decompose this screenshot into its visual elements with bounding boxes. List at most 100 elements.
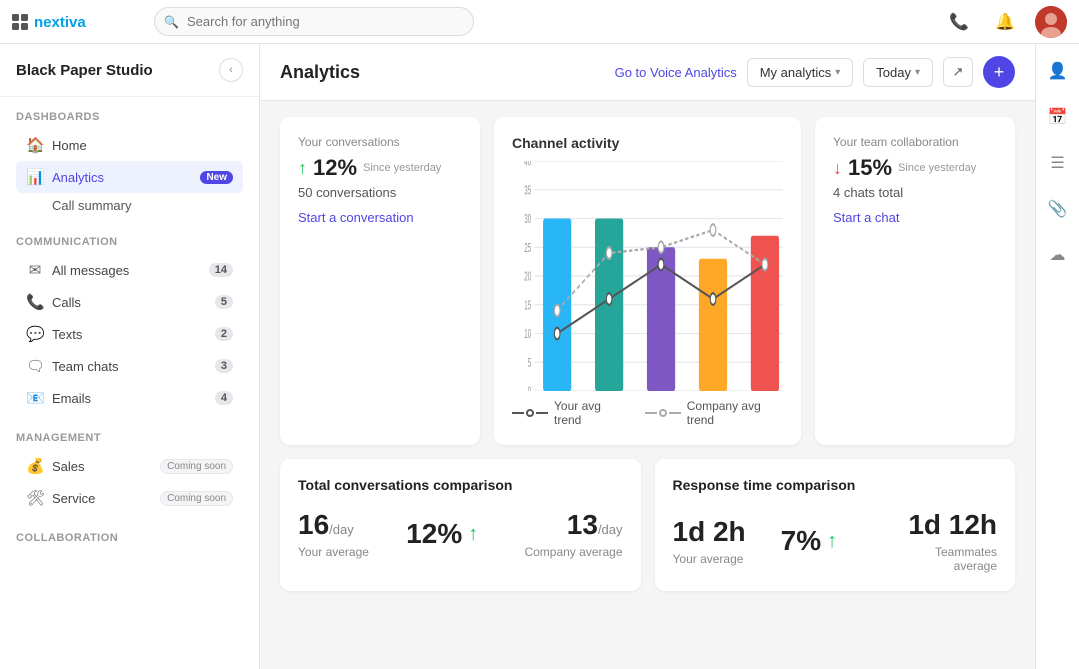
conversations-since: Since yesterday: [363, 161, 441, 175]
cloud-icon[interactable]: ☁: [1043, 240, 1073, 270]
svg-text:40: 40: [524, 161, 531, 169]
search-input[interactable]: [154, 7, 474, 36]
search-icon: 🔍: [164, 15, 179, 29]
legend-company-avg: Company avg trend: [645, 399, 783, 427]
sidebar-item-calls[interactable]: 📞 Calls 5: [16, 286, 243, 318]
teammates-avg-value: 1d 12h: [889, 509, 997, 541]
total-pct-value: 12% ↑: [406, 518, 514, 550]
channel-activity-title: Channel activity: [512, 135, 783, 151]
team-chats-icon: 🗨: [26, 357, 44, 375]
communication-label: Communication: [16, 236, 243, 248]
svg-text:0: 0: [528, 385, 532, 391]
voice-analytics-link[interactable]: Go to Voice Analytics: [615, 65, 737, 80]
add-button[interactable]: +: [983, 56, 1015, 88]
share-button[interactable]: ↗: [943, 57, 973, 87]
start-conversation-link[interactable]: Start a conversation: [298, 210, 414, 225]
calls-label: Calls: [52, 295, 207, 310]
search-bar[interactable]: 🔍: [154, 7, 474, 36]
header-actions: Go to Voice Analytics My analytics ▾ Tod…: [615, 56, 1015, 88]
channel-activity-chart: 40 35 30 25 20 15 10 5 0: [512, 161, 783, 391]
management-label: Management: [16, 432, 243, 444]
analytics-new-badge: New: [200, 171, 233, 184]
legend-your-avg: Your avg trend: [512, 399, 625, 427]
total-conversations-card: Total conversations comparison 16/day Yo…: [280, 459, 641, 591]
your-avg-stat: 16/day Your average: [298, 509, 406, 559]
company-avg-label: Company average: [514, 545, 622, 559]
top-navbar: nextiva 🔍 📞 🔔: [0, 0, 1079, 44]
service-label: Service: [52, 491, 148, 506]
texts-icon: 💬: [26, 325, 44, 343]
start-chat-link[interactable]: Start a chat: [833, 210, 899, 225]
svg-text:35: 35: [524, 184, 531, 198]
collaboration-stat: ↓ 15% Since yesterday: [833, 155, 997, 181]
team-chats-badge: 3: [215, 359, 233, 373]
svg-text:20: 20: [524, 270, 531, 284]
up-arrow-icon: ↑: [827, 530, 837, 553]
sidebar-item-call-summary[interactable]: Call summary: [16, 193, 243, 218]
channel-activity-card: Channel activity: [494, 117, 801, 445]
emails-badge: 4: [215, 391, 233, 405]
response-your-avg-stat: 1d 2h Your average: [673, 516, 781, 566]
svg-text:25: 25: [524, 242, 531, 256]
communication-section: Communication ✉ All messages 14 📞 Calls …: [0, 222, 259, 418]
my-analytics-dropdown[interactable]: My analytics ▾: [747, 58, 854, 87]
sidebar-collapse-button[interactable]: ‹: [219, 58, 243, 82]
my-analytics-label: My analytics: [760, 65, 832, 80]
phone-icon[interactable]: 📞: [943, 6, 975, 38]
sidebar-item-analytics[interactable]: 📊 Analytics New: [16, 161, 243, 193]
conversations-count: 50 conversations: [298, 185, 462, 200]
calls-badge: 5: [215, 295, 233, 309]
list-icon[interactable]: ☰: [1043, 148, 1073, 178]
sidebar-item-service[interactable]: 🛠 Service Coming soon: [16, 482, 243, 514]
sidebar-item-sales[interactable]: 💰 Sales Coming soon: [16, 450, 243, 482]
bottom-row: Total conversations comparison 16/day Yo…: [280, 459, 1015, 591]
sales-label: Sales: [52, 459, 148, 474]
svg-text:10: 10: [524, 328, 531, 342]
right-icons-panel: 👤 📅 ☰ 📎 ☁: [1035, 44, 1079, 669]
analytics-icon: 📊: [26, 168, 44, 186]
sales-icon: 💰: [26, 457, 44, 475]
chevron-down-icon: ▾: [835, 67, 840, 78]
person-icon[interactable]: 👤: [1043, 56, 1073, 86]
down-arrow-icon: ↓: [833, 158, 842, 179]
paperclip-icon[interactable]: 📎: [1043, 194, 1073, 224]
total-conversations-title: Total conversations comparison: [298, 477, 623, 493]
sidebar-item-team-chats[interactable]: 🗨 Team chats 3: [16, 350, 243, 382]
top-row: Your conversations ↑ 12% Since yesterday…: [280, 117, 1015, 445]
svg-text:15: 15: [524, 299, 531, 313]
collaboration-label: Collaboration: [16, 532, 243, 544]
sidebar-item-emails[interactable]: 📧 Emails 4: [16, 382, 243, 414]
sidebar-item-all-messages[interactable]: ✉ All messages 14: [16, 254, 243, 286]
home-label: Home: [52, 138, 233, 153]
today-label: Today: [876, 65, 911, 80]
your-avg-value: 16/day: [298, 509, 406, 541]
response-time-title: Response time comparison: [673, 477, 998, 493]
grid-icon: [12, 14, 28, 30]
app-logo[interactable]: nextiva: [12, 11, 124, 33]
messages-icon: ✉: [26, 261, 44, 279]
texts-label: Texts: [52, 327, 207, 342]
collaboration-subtitle: Your team collaboration: [833, 135, 997, 149]
response-pct-stat: 7% ↑: [781, 525, 889, 557]
calendar-icon[interactable]: 📅: [1043, 102, 1073, 132]
bell-icon[interactable]: 🔔: [989, 6, 1021, 38]
management-section: Management 💰 Sales Coming soon 🛠 Service…: [0, 418, 259, 518]
chart-legend: Your avg trend Company avg trend: [512, 399, 783, 427]
teammates-avg-stat: 1d 12h Teammates average: [889, 509, 997, 573]
conversations-card: Your conversations ↑ 12% Since yesterday…: [280, 117, 480, 445]
teammates-avg-label: Teammates average: [889, 545, 997, 573]
service-icon: 🛠: [26, 489, 44, 507]
response-time-card: Response time comparison 1d 2h Your aver…: [655, 459, 1016, 591]
emails-icon: 📧: [26, 389, 44, 407]
chevron-down-icon: ▾: [915, 67, 920, 78]
content-header: Analytics Go to Voice Analytics My analy…: [260, 44, 1035, 101]
service-coming-soon-badge: Coming soon: [160, 491, 233, 506]
user-avatar[interactable]: [1035, 6, 1067, 38]
sidebar-item-texts[interactable]: 💬 Texts 2: [16, 318, 243, 350]
today-dropdown[interactable]: Today ▾: [863, 58, 933, 87]
main-layout: Black Paper Studio ‹ Dashboards 🏠 Home 📊…: [0, 44, 1079, 669]
sales-coming-soon-badge: Coming soon: [160, 459, 233, 474]
sidebar-item-home[interactable]: 🏠 Home: [16, 129, 243, 161]
collaboration-since: Since yesterday: [898, 161, 976, 175]
company-avg-value: 13/day: [514, 509, 622, 541]
